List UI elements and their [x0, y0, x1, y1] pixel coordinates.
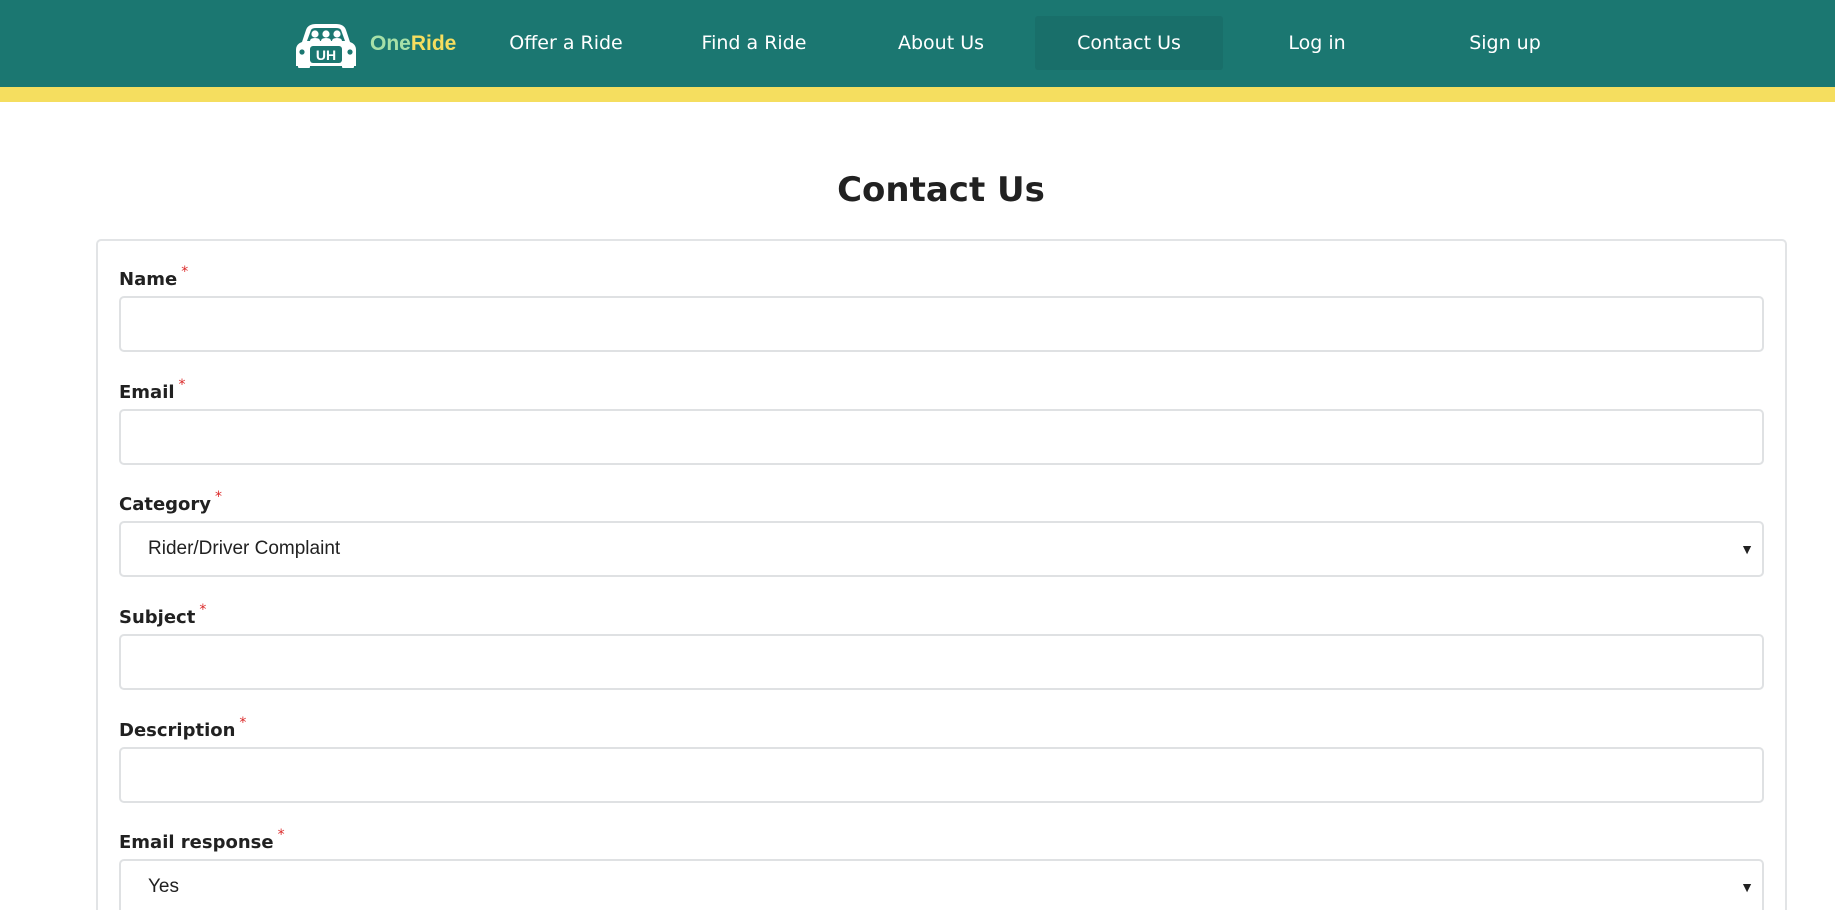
subject-field[interactable]	[119, 634, 1764, 690]
name-field[interactable]	[119, 296, 1764, 352]
required-marker: *	[181, 264, 189, 280]
nav-find-a-ride[interactable]: Find a Ride	[678, 16, 830, 70]
category-selected-value: Rider/Driver Complaint	[148, 538, 341, 559]
category-select[interactable]: Rider/Driver Complaint ▼	[119, 521, 1764, 577]
email-label: Email *	[119, 377, 186, 403]
brand-link[interactable]: UH OneRide	[294, 20, 456, 68]
chevron-down-icon: ▼	[1740, 541, 1754, 557]
description-field[interactable]	[119, 747, 1764, 803]
category-label: Category *	[119, 489, 223, 515]
required-marker: *	[178, 377, 186, 393]
email-response-label: Email response *	[119, 827, 285, 853]
required-marker: *	[215, 489, 223, 505]
required-marker: *	[199, 602, 207, 618]
car-logo-icon: UH	[296, 24, 356, 68]
email-response-select[interactable]: Yes ▼	[119, 859, 1764, 910]
email-response-selected-value: Yes	[148, 876, 179, 897]
nav-log-in[interactable]: Log in	[1242, 16, 1392, 70]
navbar: UH OneRide Offer a Ride Find a Ride Abou…	[0, 0, 1835, 87]
name-label: Name *	[119, 264, 189, 290]
nav-contact-us[interactable]: Contact Us	[1035, 16, 1223, 70]
page-title: Contact Us	[837, 170, 1045, 210]
logo-letters: UH	[316, 47, 336, 63]
brand-name: OneRide	[370, 32, 457, 55]
nav-sign-up[interactable]: Sign up	[1430, 16, 1580, 70]
chevron-down-icon: ▼	[1740, 879, 1754, 895]
email-field[interactable]	[119, 409, 1764, 465]
description-label: Description *	[119, 715, 247, 741]
subject-label: Subject *	[119, 602, 207, 628]
required-marker: *	[239, 715, 247, 731]
nav-about-us[interactable]: About Us	[866, 16, 1016, 70]
nav-offer-a-ride[interactable]: Offer a Ride	[490, 16, 642, 70]
required-marker: *	[277, 827, 285, 843]
header-accent-stripe	[0, 87, 1835, 102]
